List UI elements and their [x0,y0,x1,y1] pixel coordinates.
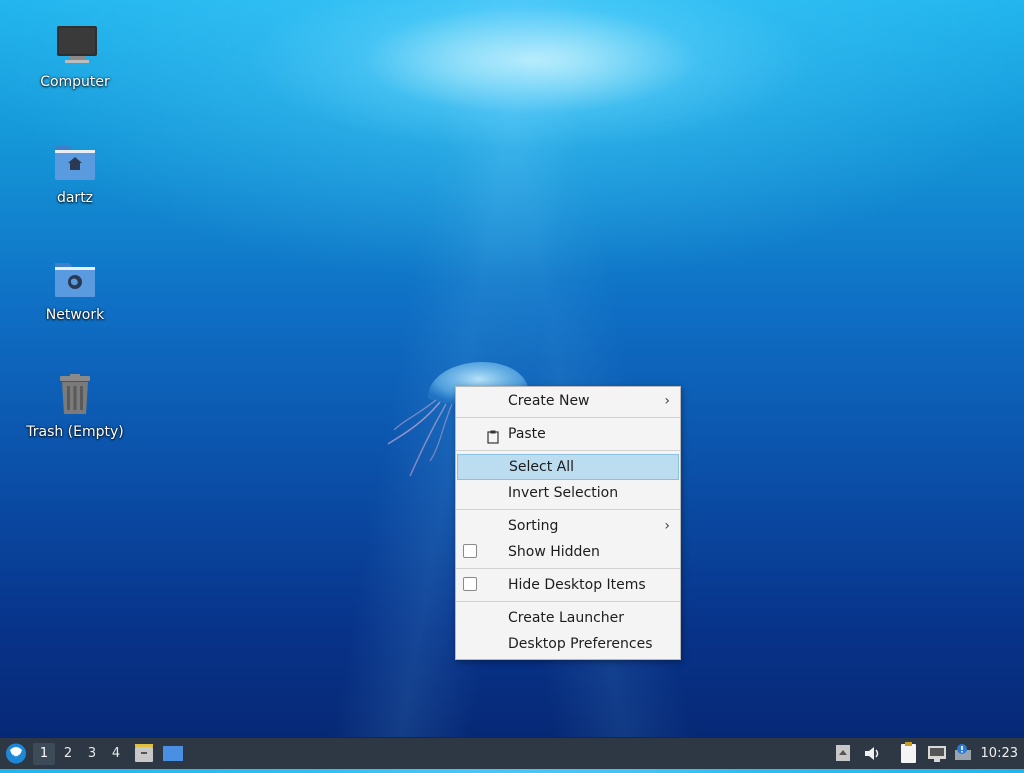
start-menu-button[interactable] [3,738,29,769]
desktop-icon-label: Trash (Empty) [26,424,124,440]
desktop-icon-computer[interactable]: Computer [15,22,135,90]
desktop-icon-home[interactable]: dartz [15,138,135,206]
update-notifier-icon [955,744,971,760]
menu-item-label: Select All [509,459,574,475]
menu-item-invert-selection[interactable]: Invert Selection [456,480,680,506]
clipboard-icon [901,742,916,763]
workspace-2[interactable]: 2 [57,743,79,765]
menu-item-create-launcher[interactable]: Create Launcher [456,605,680,631]
desktop-icon-network[interactable]: Network [15,255,135,323]
desktop-icon-trash[interactable]: Trash (Empty) [15,372,135,440]
menu-separator [456,417,680,418]
volume-icon [865,747,879,760]
menu-item-hide-desktop-items[interactable]: Hide Desktop Items [456,572,680,598]
taskbar: 1 2 3 4 10:23 [0,737,1024,769]
workspace-4[interactable]: 4 [105,743,127,765]
menu-item-label: Create New [508,393,590,409]
show-hidden-checkbox[interactable] [463,544,477,558]
menu-item-show-hidden[interactable]: Show Hidden [456,539,680,565]
menu-item-label: Desktop Preferences [508,636,653,652]
chevron-right-icon: › [664,393,670,409]
desktop-icon-label: dartz [56,190,94,206]
network-status-button[interactable] [926,738,948,769]
menu-item-create-new[interactable]: Create New › [456,388,680,414]
network-folder-icon [51,255,99,303]
menu-item-label: Invert Selection [508,485,619,501]
menu-item-label: Show Hidden [508,544,600,560]
desktop-icon-label: Computer [40,74,110,90]
start-menu-icon [6,743,26,764]
home-folder-icon [51,138,99,186]
workspace-1[interactable]: 1 [33,743,55,765]
taskbar-clock[interactable]: 10:23 [981,738,1018,769]
trash-icon [51,372,99,420]
tray-expand-button[interactable] [834,738,852,769]
menu-item-label: Paste [508,426,546,442]
update-notifier-button[interactable] [952,738,974,769]
menu-separator [456,601,680,602]
menu-item-label: Create Launcher [508,610,625,626]
hide-desktop-items-checkbox[interactable] [463,577,477,591]
show-desktop-icon [163,746,183,761]
tray-up-icon [836,745,850,761]
menu-separator [456,568,680,569]
clipboard-manager-button[interactable] [898,738,920,769]
chevron-right-icon: › [664,518,670,534]
desktop-icon-label: Network [45,307,105,323]
menu-item-label: Hide Desktop Items [508,577,646,593]
menu-separator [456,450,680,451]
menu-item-sorting[interactable]: Sorting › [456,513,680,539]
file-manager-launcher[interactable] [133,738,155,769]
show-desktop-button[interactable] [161,738,185,769]
volume-button[interactable] [862,738,882,769]
menu-item-label: Sorting [508,518,559,534]
menu-item-paste[interactable]: Paste [456,421,680,447]
desktop-context-menu: Create New › Paste Select All Invert Sel… [455,386,681,660]
menu-separator [456,509,680,510]
clipboard-icon [487,427,499,444]
network-icon [928,746,946,762]
menu-item-select-all[interactable]: Select All [457,454,679,480]
workspace-3[interactable]: 3 [81,743,103,765]
computer-icon [51,22,99,70]
menu-item-desktop-preferences[interactable]: Desktop Preferences [456,631,680,657]
file-manager-icon [135,744,153,762]
